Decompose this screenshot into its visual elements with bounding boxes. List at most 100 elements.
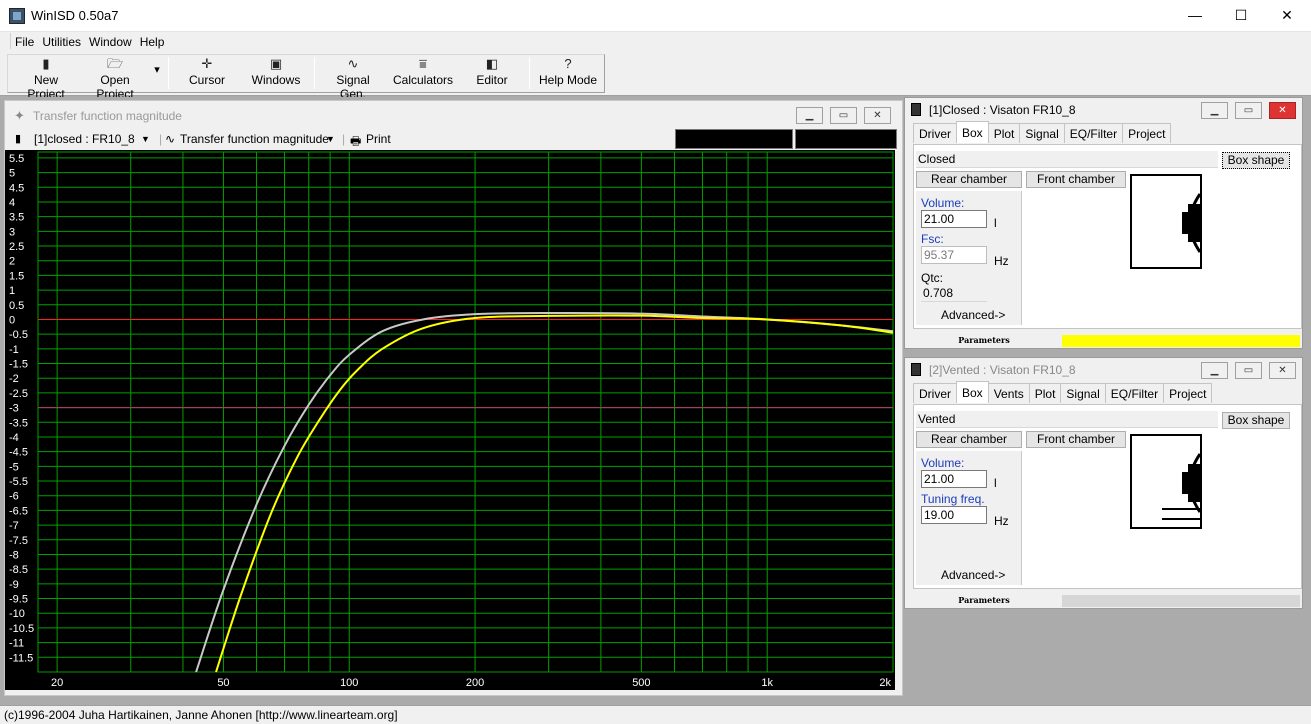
menu-bar: File Utilities Window Help: [0, 32, 1311, 52]
closed-minimize-button[interactable]: ▁: [1201, 102, 1228, 119]
advanced-button[interactable]: Advanced->: [941, 308, 1005, 322]
y-tick-label: 2.5: [9, 241, 24, 253]
new-project-icon: ▮: [42, 56, 50, 71]
tuning-freq-unit: Hz: [994, 514, 1009, 528]
editor-label: Editor: [476, 73, 508, 87]
volume-label: Volume:: [921, 196, 965, 210]
x-tick-label: 100: [340, 677, 358, 689]
volume-input[interactable]: 21.00: [921, 210, 987, 228]
plot-restore-button[interactable]: ▭: [830, 107, 857, 124]
y-tick-label: 1: [9, 285, 15, 297]
signal-gen-button[interactable]: ∿ Signal Gen.: [322, 55, 384, 101]
y-tick-label: -9.5: [9, 594, 28, 606]
closed-window-title: [1]Closed : Visaton FR10_8: [929, 103, 1076, 117]
y-tick-label: 3.5: [9, 212, 24, 224]
tab-driver[interactable]: Driver: [913, 383, 957, 403]
y-tick-label: 3: [9, 226, 15, 238]
help-mode-button[interactable]: ? Help Mode: [538, 55, 598, 91]
open-project-button[interactable]: 🗁 Open Project: [82, 55, 148, 101]
tab-box[interactable]: Box: [956, 121, 989, 143]
y-tick-label: -0.5: [9, 329, 28, 341]
vented-box-panel: Vented Box shape Rear chamber Front cham…: [913, 404, 1302, 589]
closed-box-diagram: [1130, 174, 1202, 269]
help-mode-label: Help Mode: [538, 73, 598, 87]
y-tick-label: -7.5: [9, 535, 28, 547]
menu-help[interactable]: Help: [136, 33, 169, 49]
tab-box[interactable]: Box: [956, 381, 989, 403]
cursor-readout-y: [795, 129, 897, 149]
closed-restore-button[interactable]: ▭: [1235, 102, 1262, 119]
cursor-button[interactable]: ✛ Cursor: [182, 55, 232, 91]
qtc-value: 0.708: [921, 285, 987, 302]
y-tick-label: -4: [9, 432, 19, 444]
y-tick-label: -10.5: [9, 623, 34, 635]
wave-icon: ∿: [165, 132, 176, 146]
y-tick-label: 5.5: [9, 153, 24, 165]
y-tick-label: -8.5: [9, 564, 28, 576]
box-type-field: Closed: [916, 151, 1218, 168]
menu-file[interactable]: File: [11, 33, 38, 49]
advanced-button[interactable]: Advanced->: [941, 568, 1005, 582]
cursor-readout-x: [675, 129, 793, 149]
copyright-text: (c)1996-2004 Juha Hartikainen, Janne Aho…: [4, 708, 398, 722]
windows-icon: ▣: [269, 56, 283, 71]
chevron-down-icon[interactable]: ▼: [326, 134, 335, 144]
y-tick-label: 5: [9, 168, 15, 180]
chevron-down-icon[interactable]: ▼: [141, 134, 150, 144]
tab-project[interactable]: Project: [1122, 123, 1172, 143]
vented-minimize-button[interactable]: ▁: [1201, 362, 1228, 379]
box-shape-button[interactable]: Box shape: [1222, 152, 1290, 169]
box-shape-button[interactable]: Box shape: [1222, 412, 1290, 429]
front-chamber-button[interactable]: Front chamber: [1026, 431, 1126, 448]
maximize-button[interactable]: ☐: [1218, 0, 1264, 31]
open-project-dropdown[interactable]: ▾: [151, 63, 163, 99]
new-project-button[interactable]: ▮ New Project: [14, 55, 78, 101]
vented-window-titlebar[interactable]: [2]Vented : Visaton FR10_8 ▁ ▭ ✕: [905, 358, 1302, 381]
tuning-freq-input[interactable]: 19.00: [921, 506, 987, 524]
vented-restore-button[interactable]: ▭: [1235, 362, 1262, 379]
tab-plot[interactable]: Plot: [1028, 383, 1062, 403]
y-tick-label: -1.5: [9, 359, 28, 371]
cursor-icon: ✛: [201, 56, 213, 71]
tab-vents[interactable]: Vents: [987, 383, 1030, 403]
menu-window[interactable]: Window: [85, 33, 136, 49]
y-tick-label: -5.5: [9, 476, 28, 488]
x-tick-label: 500: [632, 677, 650, 689]
front-chamber-button[interactable]: Front chamber: [1026, 171, 1126, 188]
rear-chamber-button[interactable]: Rear chamber: [916, 431, 1022, 448]
windows-button[interactable]: ▣ Windows: [248, 55, 304, 91]
tab-eq-filter[interactable]: EQ/Filter: [1063, 123, 1124, 143]
plot-close-button[interactable]: ✕: [864, 107, 891, 124]
calculators-button[interactable]: ⩸ Calculators: [392, 55, 454, 91]
close-button[interactable]: ✕: [1264, 0, 1310, 31]
print-button[interactable]: Print: [366, 132, 391, 146]
signal-wave-icon: ∿: [347, 56, 359, 71]
tab-project[interactable]: Project: [1163, 383, 1213, 403]
graph-select[interactable]: Transfer function magnitude: [180, 132, 329, 146]
rear-chamber-button[interactable]: Rear chamber: [916, 171, 1022, 188]
transfer-function-chart: 5.5 5 4.5 4 3.5 3 2.5 2 1.5 1 0.5 0 -0.5 -1 -1.5 -2 -2.5…: [9, 151, 894, 689]
vented-close-button[interactable]: ✕: [1269, 362, 1296, 379]
project-select[interactable]: [1]closed : FR10_8: [34, 132, 135, 146]
minimize-button[interactable]: —: [1172, 0, 1218, 31]
series-line-2: [215, 314, 894, 673]
toolbar-divider: |: [159, 132, 163, 146]
closed-close-button[interactable]: ✕: [1269, 102, 1296, 119]
plot-area[interactable]: 5.5 5 4.5 4 3.5 3 2.5 2 1.5 1 0.5 0 -0.5 -1 -1.5 -2 -2.5…: [5, 150, 895, 690]
y-tick-label: -6: [9, 491, 19, 503]
closed-window-titlebar[interactable]: [1]Closed : Visaton FR10_8 ▁ ▭ ✕: [905, 98, 1302, 121]
tab-plot[interactable]: Plot: [987, 123, 1021, 143]
box-type-field: Vented: [916, 411, 1218, 428]
tab-driver[interactable]: Driver: [913, 123, 957, 143]
tab-signal[interactable]: Signal: [1060, 383, 1106, 403]
editor-button[interactable]: ◧ Editor: [470, 55, 514, 91]
editor-icon: ◧: [485, 56, 499, 71]
volume-input[interactable]: 21.00: [921, 470, 987, 488]
tab-eq-filter[interactable]: EQ/Filter: [1104, 383, 1165, 403]
x-tick-label: 50: [217, 677, 229, 689]
tab-signal[interactable]: Signal: [1019, 123, 1065, 143]
plot-minimize-button[interactable]: ▁: [796, 107, 823, 124]
plot-window-titlebar[interactable]: ✦ Transfer function magnitude ▁ ▭ ✕: [5, 101, 902, 129]
menu-utilities[interactable]: Utilities: [38, 33, 85, 49]
main-toolbar: ▮ New Project 🗁 Open Project ▾ ✛ Cursor …: [0, 52, 1311, 101]
